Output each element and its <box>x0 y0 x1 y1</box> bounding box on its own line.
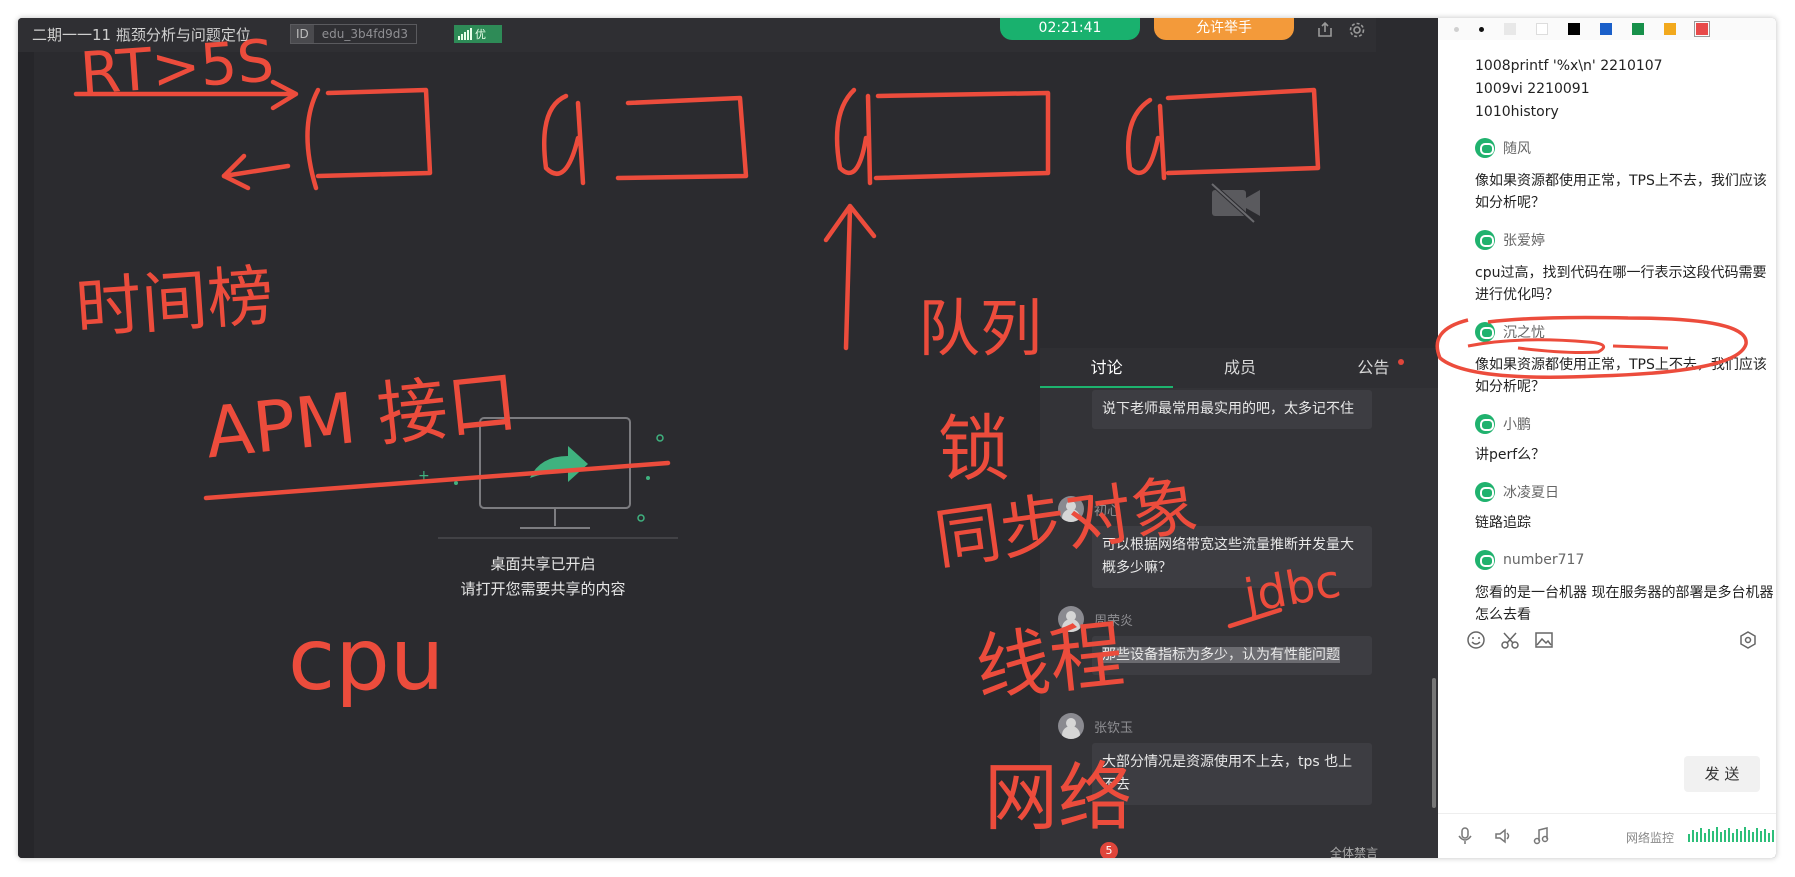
color-white[interactable] <box>1536 23 1548 35</box>
ink-cpu: cpu <box>288 610 445 710</box>
wechat-icon <box>1475 482 1495 502</box>
message-text: 大部分情况是资源使用不上去，tps 也上不去 <box>1092 743 1372 805</box>
left-edge-strip <box>18 52 34 858</box>
wechat-icon <box>1475 230 1495 250</box>
allow-raise-hand-button[interactable]: 允许举手 <box>1154 18 1294 40</box>
message-text: 说下老师最常用最实用的吧，太多记不住 <box>1092 390 1372 429</box>
mic-icon[interactable] <box>1454 826 1476 848</box>
color-yellow[interactable] <box>1664 23 1676 35</box>
discussion-scrollbar[interactable] <box>1432 678 1436 808</box>
ink-queue: 队列 <box>918 292 1043 365</box>
app-window: 二期一一11 瓶颈分析与问题定位 ID edu_3b4fd9d3 优 02:21… <box>18 18 1776 858</box>
hexagon-icon[interactable] <box>1736 630 1760 654</box>
chat-sender: 随风 <box>1475 138 1531 158</box>
id-value: edu_3b4fd9d3 <box>321 27 409 41</box>
chat-message-text: 链路追踪 <box>1475 515 1531 531</box>
tab-announcement[interactable]: 公告 <box>1307 348 1440 388</box>
id-label: ID <box>291 25 314 43</box>
sender-name: number717 <box>1503 552 1585 568</box>
gear-icon[interactable] <box>1348 21 1366 39</box>
color-green[interactable] <box>1632 23 1644 35</box>
color-black[interactable] <box>1568 23 1580 35</box>
chat-line: 1010history <box>1475 104 1559 120</box>
signal-label: 优 <box>475 28 486 41</box>
chat-message-text: 讲perf么？ <box>1475 447 1546 463</box>
audio-bar: 网络监控 <box>1438 813 1776 858</box>
pen-size-large[interactable] <box>1504 23 1516 35</box>
discussion-tabs: 讨论 成员 公告 <box>1040 348 1440 388</box>
speaker-icon[interactable] <box>1492 826 1514 848</box>
ink-rt: RT>5S <box>78 26 277 108</box>
avatar <box>1058 713 1084 739</box>
pen-color-toolbar <box>1438 18 1776 40</box>
tab-discussion[interactable]: 讨论 <box>1040 348 1174 388</box>
network-monitor-label: 网络监控 <box>1626 831 1675 845</box>
sender-name: 冰凌夏日 <box>1503 485 1559 501</box>
sender-name: 张钦玉 <box>1094 720 1134 736</box>
pen-size-small[interactable] <box>1454 26 1459 32</box>
screen-share-subtitle: 请打开您需要共享的内容 <box>460 580 626 598</box>
wechat-icon <box>1475 550 1495 570</box>
emoji-icon[interactable] <box>1464 630 1488 654</box>
tab-members-label: 成员 <box>1223 358 1256 377</box>
tab-members[interactable]: 成员 <box>1173 348 1405 388</box>
image-icon[interactable] <box>1532 630 1556 654</box>
ink-thread: 线程 <box>971 611 1128 713</box>
chat-sender: 小鹏 <box>1475 414 1531 434</box>
message-highlight: 那些设备指标为多少，认为有性能问题 <box>1102 647 1340 663</box>
share-icon[interactable] <box>1316 21 1334 39</box>
chat-line: 1009vi 2210091 <box>1475 81 1590 97</box>
network-monitor-graph <box>1688 826 1774 842</box>
chat-sender: 冰凌夏日 <box>1475 482 1559 502</box>
chat-message-text: cpu过高，找到代码在哪一行表示这段代码需要进行优化吗？ <box>1475 265 1767 303</box>
chat-message-text: 您看的是一台机器 现在服务器的部署是多台机器 怎么去看 <box>1475 585 1774 620</box>
sender-name: 小鹏 <box>1503 417 1531 433</box>
scissors-icon[interactable] <box>1498 630 1522 654</box>
sender-name: 张爱婷 <box>1503 233 1545 249</box>
color-blue[interactable] <box>1600 23 1612 35</box>
pen-size-medium[interactable] <box>1479 26 1484 32</box>
wechat-icon <box>1475 138 1495 158</box>
room-id: ID edu_3b4fd9d3 <box>290 24 418 44</box>
music-icon[interactable] <box>1530 826 1552 848</box>
chat-sender: number717 <box>1475 550 1584 570</box>
message-text: 那些设备指标为多少，认为有性能问题 <box>1092 636 1372 675</box>
chat-panel: 1008printf '%x\n' 2210107 1009vi 2210091… <box>1435 18 1776 858</box>
signal-quality: 优 <box>454 25 502 43</box>
chat-line: 1008printf '%x\n' 2210107 <box>1475 58 1663 74</box>
class-timer: 02:21:41 <box>1000 18 1140 40</box>
signal-icon <box>458 28 472 40</box>
chat-message-text: 像如果资源都使用正常，TPS上不去，我们应该如分析呢？ <box>1475 173 1767 211</box>
discussion-message: 说下老师最常用最实用的吧，太多记不住 <box>1058 390 1418 429</box>
screen-share-title: 桌面共享已开启 <box>490 555 596 573</box>
ink-network: 网络 <box>984 755 1132 841</box>
wechat-icon <box>1475 414 1495 434</box>
ink-circle-annotation <box>1435 315 1748 379</box>
sender-name: 随风 <box>1503 141 1531 157</box>
chat-sender: 张爱婷 <box>1475 230 1545 250</box>
ink-time-label: 时间榜 <box>73 257 276 348</box>
color-red[interactable] <box>1694 21 1710 37</box>
mute-all-toggle[interactable]: 全体禁言 <box>1330 844 1378 858</box>
svg-text:+: + <box>418 468 430 484</box>
chat-toolbar <box>1438 630 1776 660</box>
send-button[interactable]: 发 送 <box>1684 756 1760 792</box>
camera-off-icon <box>1208 180 1264 228</box>
